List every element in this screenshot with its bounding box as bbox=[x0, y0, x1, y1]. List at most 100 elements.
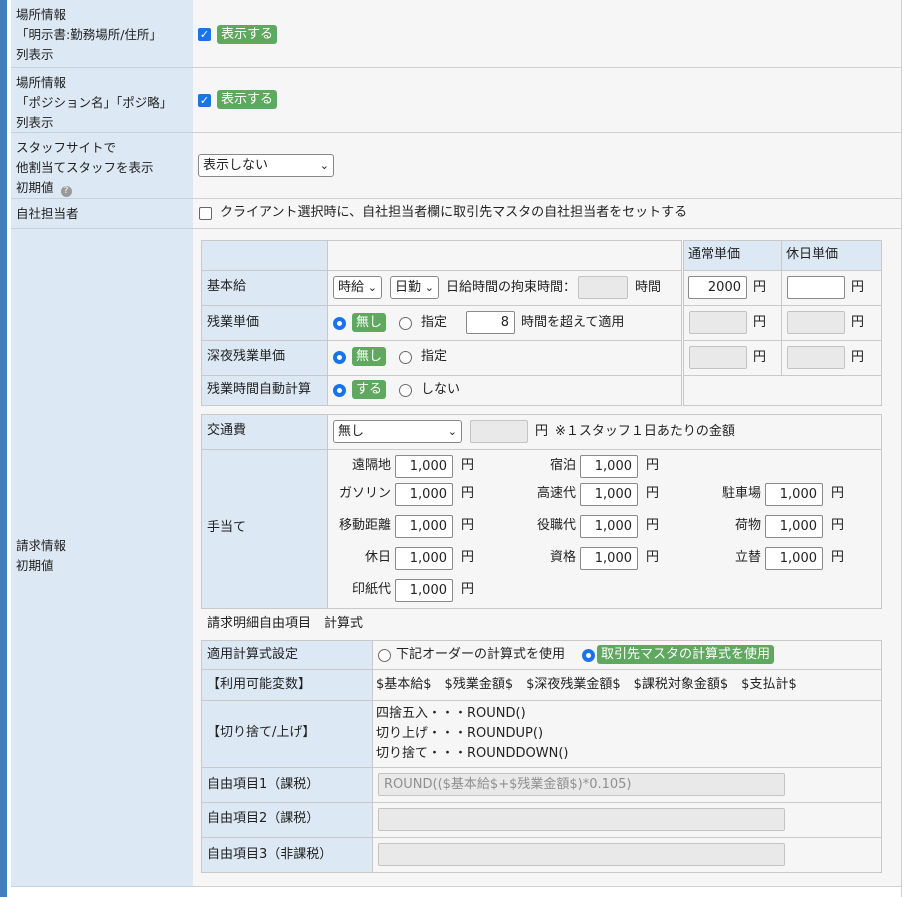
allowance-holiday-input[interactable]: 1,000 bbox=[395, 547, 453, 570]
allowance-highway-input[interactable]: 1,000 bbox=[580, 483, 638, 506]
divider bbox=[202, 305, 681, 306]
transport-select[interactable]: 無し ⌄ bbox=[333, 420, 462, 443]
round-line: 四捨五入・・・ROUND() bbox=[376, 706, 526, 721]
allowance-position-input[interactable]: 1,000 bbox=[580, 515, 638, 538]
allowance-advance-label: 立替 bbox=[734, 550, 761, 565]
base-holiday-price-input[interactable] bbox=[787, 276, 845, 299]
overtime-none-radio[interactable] bbox=[333, 317, 346, 330]
allowance-advance-input[interactable]: 1,000 bbox=[765, 547, 823, 570]
transport-select-value: 無し bbox=[338, 424, 365, 439]
staff-display-select-value: 表示しない bbox=[203, 158, 269, 173]
label-line: 初期値 bbox=[16, 558, 54, 573]
label-place-info-1: 場所情報 「明示書:勤務場所/住所」 列表示 bbox=[11, 0, 193, 68]
free-item-1-label: 自由項目1（課税） bbox=[207, 777, 320, 792]
label-owner: 自社担当者 bbox=[11, 199, 193, 229]
pay-type-select-value: 時給 bbox=[338, 280, 365, 295]
free-item-2-input[interactable] bbox=[378, 808, 785, 831]
overtime-specified-label: 指定 bbox=[421, 315, 448, 330]
allowance-position-label: 役職代 bbox=[536, 518, 576, 533]
allowance-gasoline-label: ガソリン bbox=[338, 486, 391, 501]
allowance-label: 手当て bbox=[207, 520, 247, 535]
show-badge-1: 表示する bbox=[217, 25, 278, 44]
label-staff-site: スタッフサイトで 他割当てスタッフを表示 初期値 ? bbox=[11, 133, 193, 199]
auto-yes-radio[interactable] bbox=[333, 384, 346, 397]
yen-unit: 円 bbox=[831, 550, 845, 565]
allowance-luggage-label: 荷物 bbox=[734, 518, 761, 533]
yen-unit: 円 bbox=[646, 550, 660, 565]
chevron-down-icon: ⌄ bbox=[424, 281, 434, 294]
label-line: 「明示書:勤務場所/住所」 bbox=[16, 27, 162, 42]
allowance-lodging-label: 宿泊 bbox=[549, 458, 576, 473]
yen-unit: 円 bbox=[461, 458, 475, 473]
divider bbox=[202, 767, 881, 768]
divider bbox=[684, 270, 881, 271]
night-none-badge: 無し bbox=[352, 347, 387, 366]
label-line: 「ポジション名」「ポジ略」 bbox=[16, 95, 173, 110]
allowance-remote-input[interactable]: 1,000 bbox=[395, 455, 453, 478]
divider bbox=[202, 802, 881, 803]
transport-label: 交通費 bbox=[207, 423, 247, 438]
label-line: 場所情報 bbox=[16, 75, 67, 90]
label-billing: 請求情報 初期値 bbox=[11, 229, 193, 887]
shift-select[interactable]: 日勤 ⌄ bbox=[390, 276, 439, 299]
header-holiday-price: 休日単価 bbox=[786, 247, 839, 262]
help-icon[interactable]: ? bbox=[60, 186, 72, 197]
yen-unit: 円 bbox=[646, 458, 660, 473]
free-item-2-label: 自由項目2（課税） bbox=[207, 811, 320, 826]
owner-checkbox-label: クライアント選択時に、自社担当者欄に取引先マスタの自社担当者をセットする bbox=[220, 205, 688, 220]
formula-setting-label: 適用計算式設定 bbox=[207, 647, 299, 662]
auto-no-radio[interactable] bbox=[399, 384, 412, 397]
right-border bbox=[901, 0, 902, 897]
overtime-none-badge: 無し bbox=[352, 313, 387, 332]
divider bbox=[684, 375, 881, 376]
label-line: 列表示 bbox=[16, 47, 54, 62]
label-line: 列表示 bbox=[16, 115, 54, 130]
round-line: 切り捨て・・・ROUNDDOWN() bbox=[376, 746, 569, 761]
night-none-radio[interactable] bbox=[333, 351, 346, 364]
allowance-stamp-input[interactable]: 1,000 bbox=[395, 579, 453, 602]
round-label: 【切り捨て/上げ】 bbox=[207, 725, 316, 740]
value-staff-site: 表示しない ⌄ bbox=[193, 133, 901, 199]
show-checkbox-1[interactable]: ✓ bbox=[198, 28, 211, 41]
allowance-parking-input[interactable]: 1,000 bbox=[765, 483, 823, 506]
show-checkbox-2[interactable]: ✓ bbox=[198, 94, 211, 107]
night-specified-radio[interactable] bbox=[399, 351, 412, 364]
divider bbox=[202, 837, 881, 838]
allowance-luggage-input[interactable]: 1,000 bbox=[765, 515, 823, 538]
yen-unit: 円 bbox=[851, 315, 865, 330]
divider bbox=[202, 669, 881, 670]
divider bbox=[327, 241, 328, 405]
night-specified-label: 指定 bbox=[421, 349, 448, 364]
overtime-normal-price-input[interactable] bbox=[689, 311, 747, 334]
yen-unit: 円 bbox=[461, 550, 475, 565]
formula-section-title: 請求明細自由項目 計算式 bbox=[207, 616, 364, 631]
night-holiday-price-input[interactable] bbox=[787, 346, 845, 369]
allowance-distance-input[interactable]: 1,000 bbox=[395, 515, 453, 538]
transport-amount-input[interactable] bbox=[470, 420, 528, 443]
allowance-qualification-input[interactable]: 1,000 bbox=[580, 547, 638, 570]
overtime-suffix: 時間を超えて適用 bbox=[521, 315, 625, 330]
overtime-specified-radio[interactable] bbox=[399, 317, 412, 330]
header-normal-price: 通常単価 bbox=[688, 247, 741, 262]
overtime-hours-input[interactable]: 8 bbox=[466, 311, 515, 334]
client-formula-radio[interactable] bbox=[582, 649, 595, 662]
free-item-3-input[interactable] bbox=[378, 843, 785, 866]
allowance-gasoline-input[interactable]: 1,000 bbox=[395, 483, 453, 506]
divider bbox=[684, 340, 881, 341]
label-line: 他割当てスタッフを表示 bbox=[16, 160, 154, 175]
overtime-holiday-price-input[interactable] bbox=[787, 311, 845, 334]
yen-unit: 円 bbox=[851, 280, 865, 295]
night-normal-price-input[interactable] bbox=[689, 346, 747, 369]
yen-unit: 円 bbox=[753, 280, 767, 295]
allowance-lodging-input[interactable]: 1,000 bbox=[580, 455, 638, 478]
allowance-qualification-label: 資格 bbox=[549, 550, 576, 565]
pay-type-select[interactable]: 時給 ⌄ bbox=[333, 276, 382, 299]
restraint-time-input[interactable] bbox=[578, 276, 628, 299]
staff-display-select[interactable]: 表示しない ⌄ bbox=[198, 154, 334, 177]
order-formula-radio[interactable] bbox=[378, 649, 391, 662]
base-normal-price-input[interactable]: 2000 bbox=[688, 276, 747, 299]
owner-checkbox[interactable] bbox=[199, 207, 212, 220]
vars-list: $基本給$ $残業金額$ $深夜残業金額$ $課税対象金額$ $支払計$ bbox=[376, 677, 797, 692]
free-item-1-input[interactable]: ROUND(($基本給$+$残業金額$)*0.105) bbox=[378, 773, 785, 796]
chevron-down-icon: ⌄ bbox=[367, 281, 377, 294]
